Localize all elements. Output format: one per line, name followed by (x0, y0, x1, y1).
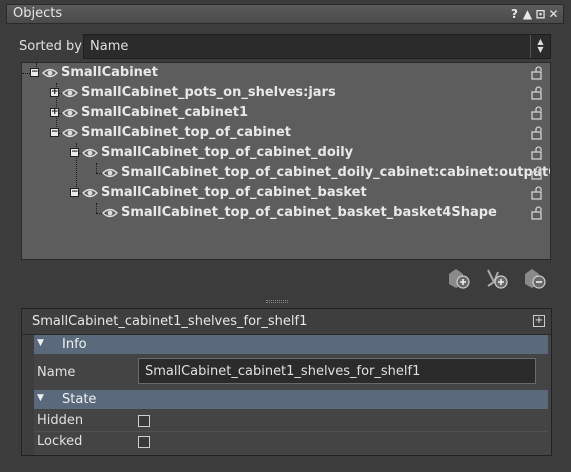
tree-row[interactable]: − SmallCabinet (22, 63, 550, 83)
hidden-checkbox[interactable] (138, 415, 150, 427)
collapse-icon[interactable]: ▲ (522, 6, 533, 22)
tree-row[interactable]: − SmallCabinet_top_of_cabinet_basket (22, 183, 550, 203)
close-icon[interactable]: ✕ (548, 6, 559, 22)
panel-controls: ? ▲ ⊡ ✕ (509, 6, 559, 22)
tree-node: − SmallCabinet_top_of_cabinet_doily (70, 145, 353, 160)
collapse-icon[interactable]: − (50, 128, 59, 137)
remove-object-icon[interactable] (522, 266, 548, 290)
locked-property-row: Locked (34, 432, 548, 452)
info-section-header[interactable]: ▼ Info (34, 335, 548, 354)
attribute-header: SmallCabinet_cabinet1_shelves_for_shelf1… (22, 309, 551, 335)
tree-item-label: SmallCabinet_top_of_cabinet_basket_baske… (121, 205, 497, 220)
collapse-icon[interactable]: − (30, 68, 39, 77)
expand-triangle-icon: ▼ (37, 393, 44, 403)
tree-toolbar (446, 266, 548, 290)
tree-node: − SmallCabinet_top_of_cabinet (50, 125, 291, 140)
add-object-icon[interactable] (446, 266, 472, 290)
state-section-title: State (62, 392, 97, 407)
float-icon[interactable]: ⊡ (535, 6, 546, 22)
selected-object-name: SmallCabinet_cabinet1_shelves_for_shelf1 (32, 314, 308, 329)
tree-row[interactable]: − SmallCabinet_top_of_cabinet_doily (22, 143, 550, 163)
sort-row: Sorted by Name ▲ ▼ (19, 34, 551, 60)
collapse-icon[interactable]: − (70, 188, 79, 197)
tree-item-label: SmallCabinet (61, 65, 158, 80)
expand-triangle-icon: ▼ (37, 338, 44, 348)
collapse-icon[interactable]: − (70, 148, 79, 157)
add-child-icon[interactable] (484, 266, 510, 290)
sort-dropdown[interactable]: Name ▲ ▼ (83, 34, 551, 59)
locked-label: Locked (37, 434, 83, 449)
attribute-gutter (22, 335, 34, 455)
sort-label: Sorted by (19, 39, 82, 54)
visibility-eye-icon[interactable] (62, 107, 81, 119)
panel-splitter-handle[interactable] (266, 300, 288, 303)
hidden-label: Hidden (37, 413, 84, 428)
visibility-eye-icon[interactable] (42, 67, 61, 79)
tree-item-label: SmallCabinet_top_of_cabinet (81, 125, 292, 140)
tree-item-label: SmallCabinet_top_of_cabinet_doily_cabine… (121, 165, 551, 180)
expand-icon[interactable]: + (50, 88, 59, 97)
info-section-title: Info (62, 337, 87, 352)
visibility-eye-icon[interactable] (102, 167, 121, 179)
attribute-editor: SmallCabinet_cabinet1_shelves_for_shelf1… (21, 308, 552, 456)
name-field[interactable]: SmallCabinet_cabinet1_shelves_for_shelf1 (138, 358, 536, 384)
help-icon[interactable]: ? (509, 6, 520, 22)
tree-node: − SmallCabinet (30, 65, 158, 80)
tree-item-label: SmallCabinet_pots_on_shelves:jars (81, 85, 336, 100)
tree-node: + SmallCabinet_cabinet1 (50, 105, 248, 120)
visibility-eye-icon[interactable] (62, 127, 81, 139)
object-tree[interactable]: − SmallCabinet + SmallCabinet_pots_on_shelv… (21, 62, 551, 260)
sort-value: Name (90, 39, 129, 54)
visibility-eye-icon[interactable] (102, 207, 121, 219)
tree-row[interactable]: − SmallCabinet_top_of_cabinet (22, 123, 550, 143)
updown-arrows-icon: ▲ ▼ (530, 35, 550, 58)
visibility-eye-icon[interactable] (82, 187, 101, 199)
panel-title: Objects (13, 6, 63, 21)
add-attribute-button[interactable]: + (533, 315, 545, 327)
tree-item-label: SmallCabinet_top_of_cabinet_doily (101, 145, 354, 160)
expand-icon[interactable]: + (50, 108, 59, 117)
name-label: Name (37, 365, 76, 380)
tree-node: SmallCabinet_top_of_cabinet_basket_baske… (90, 205, 497, 220)
state-section-header[interactable]: ▼ State (34, 390, 548, 409)
tree-row[interactable]: + SmallCabinet_pots_on_shelves:jars (22, 83, 550, 103)
tree-row[interactable]: SmallCabinet_top_of_cabinet_doily_cabine… (22, 163, 550, 183)
visibility-eye-icon[interactable] (62, 87, 81, 99)
tree-row[interactable]: SmallCabinet_top_of_cabinet_basket_baske… (22, 203, 550, 223)
tree-row[interactable]: + SmallCabinet_cabinet1 (22, 103, 550, 123)
tree-node: SmallCabinet_top_of_cabinet_doily_cabine… (90, 165, 551, 180)
tree-node: − SmallCabinet_top_of_cabinet_basket (70, 185, 367, 200)
tree-item-label: SmallCabinet_cabinet1 (81, 105, 249, 120)
hidden-property-row: Hidden (34, 411, 548, 431)
objects-panel-titlebar: Objects ? ▲ ⊡ ✕ (6, 4, 564, 24)
tree-item-label: SmallCabinet_top_of_cabinet_basket (101, 185, 367, 200)
tree-node: + SmallCabinet_pots_on_shelves:jars (50, 85, 336, 100)
locked-checkbox[interactable] (138, 436, 150, 448)
visibility-eye-icon[interactable] (82, 147, 101, 159)
